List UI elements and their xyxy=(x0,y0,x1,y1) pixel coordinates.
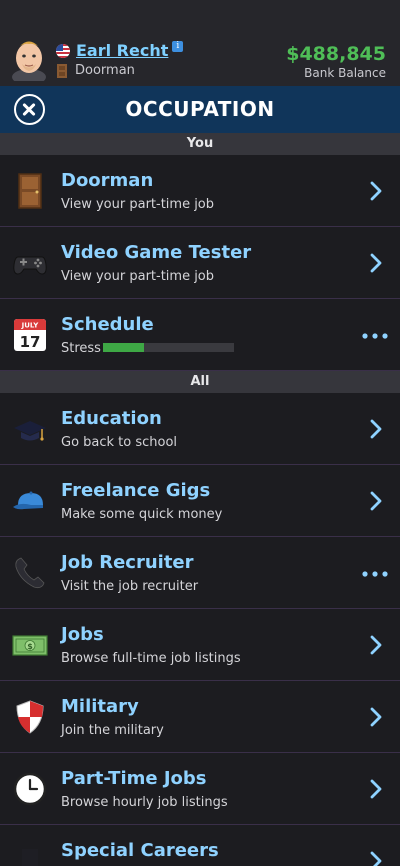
current-job: Doorman xyxy=(75,63,135,78)
money-icon: $ xyxy=(12,635,48,656)
row-title: Video Game Tester xyxy=(61,242,252,263)
row-subtitle: Browse full-time job listings xyxy=(61,651,241,666)
row-subtitle: View your part-time job xyxy=(61,269,215,284)
chevron-right-icon xyxy=(370,635,382,655)
title-bar: OCCUPATION xyxy=(0,86,400,133)
row-title: Doorman xyxy=(61,170,154,191)
stress-label: Stress xyxy=(61,341,101,356)
row-title: Jobs xyxy=(61,624,104,645)
door-icon xyxy=(18,173,42,209)
row-title: Military xyxy=(61,696,139,717)
row-special-careers[interactable]: Special Careers xyxy=(0,825,400,866)
row-subtitle: Join the military xyxy=(61,723,164,738)
row-video-game-tester[interactable]: Video Game Tester View your part-time jo… xyxy=(0,227,400,299)
door-icon xyxy=(57,63,67,78)
stress-meter xyxy=(103,343,234,352)
chevron-right-icon xyxy=(370,181,382,201)
section-header-you: You xyxy=(0,133,400,155)
calendar-day: 17 xyxy=(20,333,41,351)
row-education[interactable]: Education Go back to school xyxy=(0,393,400,465)
row-part-time-jobs[interactable]: Part-Time Jobs Browse hourly job listing… xyxy=(0,753,400,825)
balance-value: $488,845 xyxy=(286,43,386,65)
gamepad-icon xyxy=(13,256,47,275)
chevron-right-icon xyxy=(370,419,382,439)
section-header-all: All xyxy=(0,371,400,393)
calendar-month: JULY xyxy=(21,322,40,330)
row-subtitle: Visit the job recruiter xyxy=(61,579,199,594)
info-icon[interactable]: i xyxy=(172,41,184,52)
row-doorman[interactable]: Doorman View your part-time job xyxy=(0,155,400,227)
more-options-icon xyxy=(362,571,388,577)
us-flag-icon xyxy=(56,43,70,58)
phone-icon xyxy=(15,557,45,589)
chevron-right-icon xyxy=(370,253,382,273)
avatar[interactable] xyxy=(10,37,48,81)
shield-icon xyxy=(16,700,44,734)
row-jobs[interactable]: $ Jobs Browse full-time job listings xyxy=(0,609,400,681)
balance-label: Bank Balance xyxy=(304,66,386,80)
row-title: Part-Time Jobs xyxy=(61,768,207,789)
row-title: Special Careers xyxy=(61,840,219,861)
row-subtitle: Make some quick money xyxy=(61,507,223,522)
profile-header: Earl Recht i Doorman $488,845 Bank Balan… xyxy=(0,0,400,86)
row-subtitle: View your part-time job xyxy=(61,197,215,212)
page-title: OCCUPATION xyxy=(125,97,275,121)
graduation-cap-icon xyxy=(14,421,46,441)
character-name[interactable]: Earl Recht xyxy=(76,41,168,60)
row-military[interactable]: Military Join the military xyxy=(0,681,400,753)
row-job-recruiter[interactable]: Job Recruiter Visit the job recruiter xyxy=(0,537,400,609)
stress-meter-fill xyxy=(103,343,144,352)
more-options-icon xyxy=(362,333,388,339)
chevron-right-icon xyxy=(370,707,382,727)
row-schedule[interactable]: JULY 17 Schedule Stress xyxy=(0,299,400,371)
svg-text:$: $ xyxy=(27,642,33,651)
row-subtitle: Browse hourly job listings xyxy=(61,795,228,810)
top-hat-icon xyxy=(22,849,38,866)
row-subtitle: Go back to school xyxy=(61,435,178,450)
chevron-right-icon xyxy=(370,491,382,511)
chevron-right-icon xyxy=(370,779,382,799)
row-title: Education xyxy=(61,408,162,429)
row-title: Freelance Gigs xyxy=(61,480,211,501)
chevron-right-icon xyxy=(370,851,382,866)
row-title: Schedule xyxy=(61,314,154,335)
bank-balance: $488,845 Bank Balance xyxy=(286,43,386,80)
calendar-icon: JULY 17 xyxy=(14,319,46,351)
row-title: Job Recruiter xyxy=(61,552,194,573)
cap-icon xyxy=(13,491,43,510)
clock-icon xyxy=(13,772,47,806)
row-freelance-gigs[interactable]: Freelance Gigs Make some quick money xyxy=(0,465,400,537)
